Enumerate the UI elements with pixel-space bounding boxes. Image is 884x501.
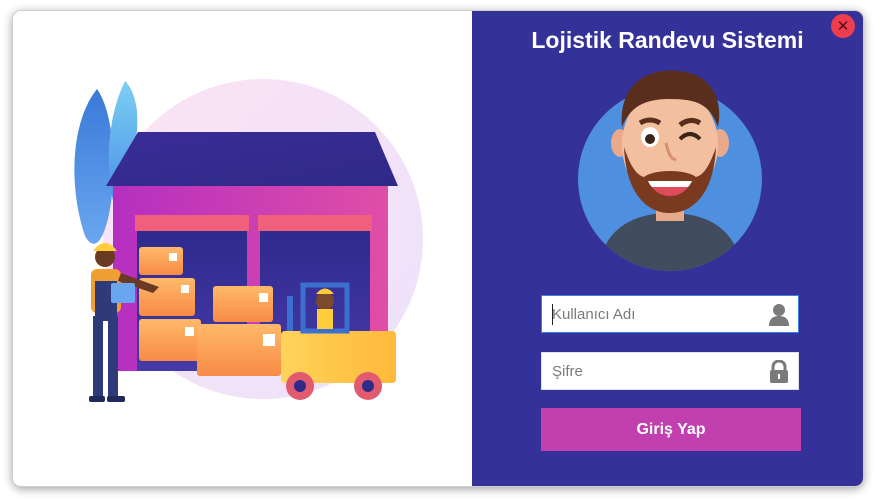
- lock-icon: [770, 360, 788, 383]
- illustration-panel: [13, 11, 472, 486]
- password-input[interactable]: [542, 353, 772, 389]
- app-title: Lojistik Randevu Sistemi: [531, 27, 804, 53]
- login-window: Lojistik Randevu Sistemi Kullanıcı Adı G…: [13, 11, 863, 486]
- close-icon[interactable]: ✕: [831, 14, 855, 38]
- username-input[interactable]: [542, 296, 772, 332]
- winking-man-avatar-icon: [578, 70, 762, 271]
- login-panel: Lojistik Randevu Sistemi Kullanıcı Adı G…: [472, 11, 863, 486]
- warehouse-illustration: [74, 79, 423, 402]
- login-button[interactable]: Giriş Yap: [541, 408, 801, 451]
- username-field[interactable]: [541, 295, 799, 333]
- user-icon: [769, 304, 789, 326]
- password-field[interactable]: [541, 352, 799, 390]
